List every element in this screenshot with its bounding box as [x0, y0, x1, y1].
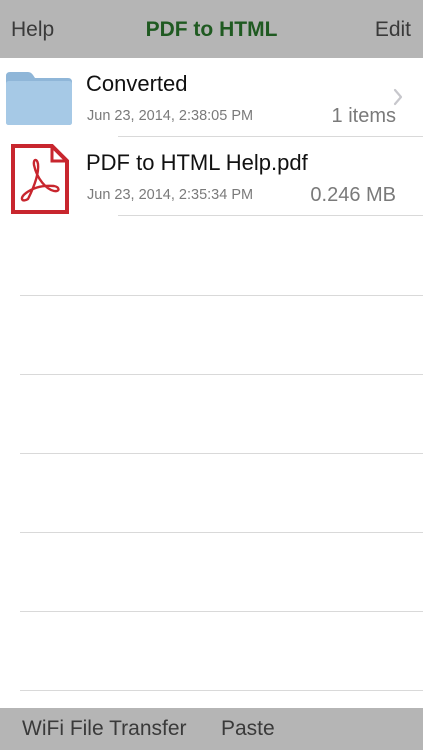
bottom-toolbar: WiFi File Transfer Paste — [0, 708, 423, 750]
navigation-bar: Help PDF to HTML Edit — [0, 0, 423, 58]
item-count: 1 items — [331, 105, 396, 127]
pdf-file-icon — [11, 144, 69, 214]
file-date: Jun 23, 2014, 2:38:05 PM — [87, 108, 254, 124]
file-row-converted-folder[interactable]: Converted Jun 23, 2014, 2:38:05 PM 1 ite… — [0, 58, 423, 137]
empty-row-divider — [20, 532, 423, 533]
page-title: PDF to HTML — [145, 18, 278, 41]
empty-row-divider — [20, 611, 423, 612]
empty-row-divider — [20, 690, 423, 691]
empty-row-divider — [20, 453, 423, 454]
paste-button[interactable]: Paste — [221, 715, 275, 743]
folder-icon — [6, 72, 72, 125]
file-date: Jun 23, 2014, 2:35:34 PM — [87, 187, 254, 203]
file-size: 0.246 MB — [310, 184, 396, 206]
file-row-pdf[interactable]: PDF to HTML Help.pdf Jun 23, 2014, 2:35:… — [0, 137, 423, 216]
file-name: Converted — [86, 71, 188, 96]
row-divider — [118, 215, 423, 216]
empty-row-divider — [20, 374, 423, 375]
file-list: Converted Jun 23, 2014, 2:38:05 PM 1 ite… — [0, 58, 423, 708]
edit-button[interactable]: Edit — [375, 16, 411, 44]
chevron-right-icon — [393, 88, 403, 106]
empty-row-divider — [20, 295, 423, 296]
file-name: PDF to HTML Help.pdf — [86, 150, 308, 175]
wifi-file-transfer-button[interactable]: WiFi File Transfer — [22, 715, 187, 743]
